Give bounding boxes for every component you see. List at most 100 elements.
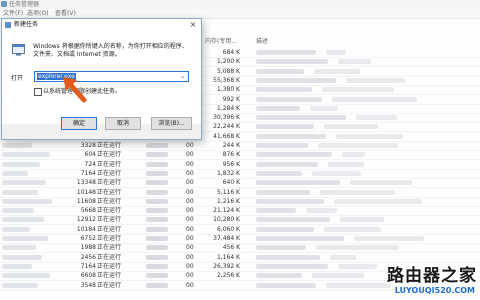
redacted-description bbox=[256, 236, 344, 241]
column-header-description[interactable]: 描述 bbox=[256, 37, 268, 47]
redacted-process-name bbox=[2, 180, 46, 186]
redacted-description-extra bbox=[356, 115, 397, 121]
redacted-process-name bbox=[2, 226, 30, 232]
redacted-user-name bbox=[146, 152, 168, 158]
redacted-process-name bbox=[2, 161, 40, 167]
redacted-description bbox=[256, 124, 314, 130]
redacted-description-extra bbox=[318, 143, 398, 148]
redacted-description-extra bbox=[312, 273, 364, 279]
redacted-description-extra bbox=[316, 245, 399, 251]
redacted-description bbox=[256, 180, 340, 186]
chevron-down-icon[interactable]: ⌄ bbox=[178, 72, 187, 81]
redacted-process-name bbox=[2, 254, 42, 260]
redacted-description bbox=[256, 87, 312, 93]
dialog-description: Windows 将根据你所键入的名称，为你打开相应的程序、文件夹、文档或 Int… bbox=[33, 43, 188, 58]
run-program-icon bbox=[12, 44, 25, 56]
redacted-description bbox=[256, 59, 328, 65]
admin-privileges-checkbox[interactable] bbox=[34, 88, 42, 96]
redacted-description-extra bbox=[336, 133, 403, 139]
redacted-process-name bbox=[2, 282, 38, 288]
redacted-description bbox=[256, 77, 336, 83]
dialog-title-icon bbox=[5, 22, 11, 28]
redacted-description-extra bbox=[322, 87, 394, 93]
redacted-process-name bbox=[2, 143, 32, 148]
watermark: 路由器之家 LUYOUQI520.COM bbox=[362, 264, 480, 300]
redacted-description-extra bbox=[332, 96, 417, 102]
redacted-user-name bbox=[146, 189, 168, 195]
open-label: 打开 bbox=[11, 75, 24, 82]
redacted-description bbox=[256, 143, 308, 148]
browse-button[interactable]: 浏览(B)... bbox=[151, 117, 192, 130]
redacted-description bbox=[256, 96, 322, 102]
redacted-description-extra bbox=[340, 217, 384, 223]
redacted-description-extra bbox=[314, 68, 360, 74]
redacted-description-extra bbox=[326, 50, 346, 55]
open-input[interactable]: explorer.exe ⌄ bbox=[34, 71, 189, 82]
watermark-url: LUYOUQI520.COM bbox=[394, 286, 475, 295]
redacted-process-name bbox=[2, 263, 32, 269]
redacted-user-name bbox=[146, 236, 168, 241]
redacted-description bbox=[256, 217, 330, 223]
redacted-process-name bbox=[2, 198, 52, 204]
redacted-user-name bbox=[146, 245, 168, 251]
redacted-description-extra bbox=[350, 180, 412, 186]
redacted-description bbox=[256, 50, 316, 55]
redacted-description bbox=[256, 245, 306, 251]
task-manager-title: 任务管理器 bbox=[9, 1, 40, 8]
redacted-description-extra bbox=[346, 77, 405, 83]
redacted-process-name bbox=[2, 245, 36, 251]
redacted-description bbox=[256, 68, 304, 74]
dialog-title: 新建任务 bbox=[14, 21, 39, 28]
ok-button[interactable]: 确定 bbox=[61, 117, 97, 130]
redacted-description bbox=[256, 282, 316, 288]
redacted-user-name bbox=[146, 217, 168, 223]
redacted-description bbox=[256, 254, 320, 260]
watermark-title: 路由器之家 bbox=[387, 266, 477, 286]
redacted-user-name bbox=[146, 273, 168, 279]
dialog-titlebar: 新建任务 × bbox=[2, 19, 201, 31]
task-manager-app-icon bbox=[1, 1, 7, 7]
redacted-description bbox=[256, 105, 300, 111]
menu-file[interactable]: 文件(F) bbox=[3, 9, 23, 18]
redacted-description-extra bbox=[310, 105, 338, 111]
redacted-process-name bbox=[2, 170, 28, 176]
menu-options[interactable]: 选项(O) bbox=[27, 9, 48, 18]
redacted-description bbox=[256, 161, 318, 167]
admin-privileges-option[interactable]: 以系统管理权限创建此任务。 bbox=[34, 87, 184, 97]
redacted-process-name bbox=[2, 236, 48, 241]
redacted-description bbox=[256, 263, 328, 269]
redacted-description bbox=[256, 208, 296, 214]
redacted-description bbox=[256, 198, 324, 204]
redacted-description bbox=[256, 170, 302, 176]
redacted-description-extra bbox=[312, 170, 361, 176]
redacted-user-name bbox=[146, 226, 168, 232]
redacted-user-name bbox=[146, 161, 168, 167]
redacted-process-name bbox=[2, 189, 38, 195]
redacted-user-name bbox=[146, 263, 168, 269]
redacted-description-extra bbox=[330, 254, 356, 260]
redacted-description bbox=[256, 152, 332, 158]
redacted-process-name bbox=[2, 152, 50, 158]
redacted-user-name bbox=[146, 208, 168, 214]
redacted-user-name bbox=[146, 282, 168, 288]
redacted-user-name bbox=[146, 254, 168, 260]
redacted-description bbox=[256, 273, 302, 279]
redacted-process-name bbox=[2, 273, 50, 279]
column-header-memory[interactable]: 内存(专用... bbox=[205, 37, 237, 47]
cancel-button[interactable]: 取消 bbox=[105, 117, 141, 130]
redacted-process-name bbox=[2, 217, 44, 223]
redacted-description-extra bbox=[354, 236, 424, 241]
redacted-user-name bbox=[146, 198, 168, 204]
redacted-user-name bbox=[146, 170, 168, 176]
redacted-description bbox=[256, 115, 346, 121]
redacted-description-extra bbox=[338, 59, 371, 65]
redacted-description-extra bbox=[328, 161, 364, 167]
menu-view[interactable]: 查看(V) bbox=[55, 9, 76, 18]
redacted-description bbox=[256, 189, 310, 195]
close-icon[interactable]: × bbox=[188, 20, 198, 30]
redacted-description-extra bbox=[306, 208, 337, 214]
redacted-description-extra bbox=[320, 189, 395, 195]
redacted-user-name bbox=[146, 143, 168, 148]
new-task-dialog: 新建任务 × Windows 将根据你所键入的名称，为你打开相应的程序、文件夹、… bbox=[1, 18, 202, 140]
task-manager-titlebar: 任务管理器 bbox=[0, 0, 480, 9]
